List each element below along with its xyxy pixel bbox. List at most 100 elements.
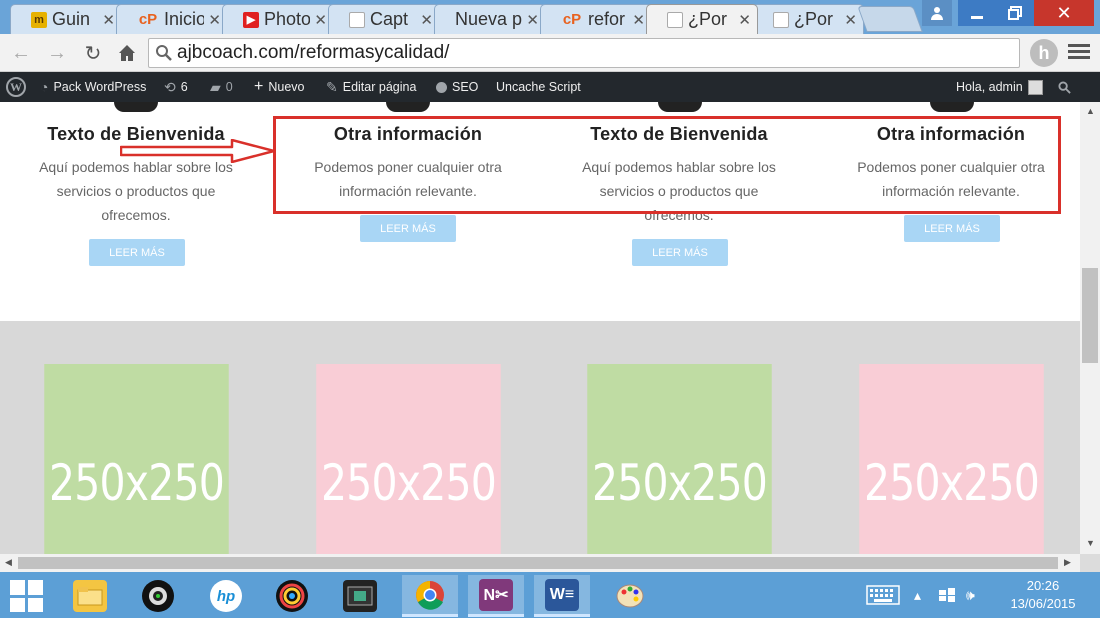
scrollbar-thumb[interactable] (1082, 268, 1098, 363)
forward-arrow-icon: → (47, 41, 67, 64)
taskbar-chrome[interactable] (402, 575, 458, 617)
close-tab-icon[interactable]: ✕ (738, 11, 751, 29)
edit-page-link[interactable]: ✎ Editar página (326, 72, 416, 102)
close-tab-icon[interactable]: ✕ (102, 11, 115, 29)
chrome-menu-button[interactable] (1068, 42, 1090, 64)
tab-1[interactable]: m Guin ✕ (10, 4, 122, 34)
tab-strip: m Guin ✕ cP Inicio ✕ ▶ Photo ✕ Capt ✕ Nu… (0, 0, 1100, 34)
placeholder-image-1: 250x250 (44, 364, 229, 554)
tab-7-active[interactable]: ¿Por ✕ (646, 4, 758, 34)
horizontal-scrollbar[interactable]: ◀ ▶ (0, 554, 1080, 572)
tab-2[interactable]: cP Inicio ✕ (116, 4, 228, 34)
volume-button[interactable]: 🕪 (966, 572, 975, 618)
taskbar-video-editor[interactable] (332, 575, 388, 617)
youtube-icon: ▶ (243, 11, 259, 28)
avatar (1027, 79, 1043, 95)
close-tab-icon[interactable]: ✕ (314, 11, 327, 29)
read-more-button-1[interactable]: LEER MÁS (89, 239, 185, 266)
seo-menu[interactable]: SEO (436, 72, 478, 102)
clock-date: 13/06/2015 (1010, 596, 1076, 611)
chevron-up-icon: ▴ (914, 586, 922, 603)
close-tab-icon[interactable]: ✕ (420, 11, 433, 29)
wp-logo-menu[interactable]: W (6, 72, 26, 102)
start-button[interactable] (10, 580, 44, 612)
close-tab-icon[interactable]: ✕ (632, 11, 645, 29)
scroll-left-icon[interactable]: ◀ (5, 557, 12, 568)
paint-palette-icon (613, 580, 647, 612)
address-bar[interactable]: ajbcoach.com/reformasycalidad/ (148, 38, 1020, 68)
document-icon (667, 11, 683, 28)
reload-button[interactable]: ↻ (80, 40, 106, 66)
read-more-button-3[interactable]: LEER MÁS (632, 239, 728, 266)
forward-button[interactable]: → (44, 40, 70, 66)
clock-time: 20:26 (1026, 578, 1060, 593)
scrollbar-thumb[interactable] (18, 557, 1058, 569)
new-tab-button[interactable] (857, 6, 923, 32)
tab-5[interactable]: Nueva p ✕ (434, 4, 546, 34)
media-disc-icon (276, 580, 308, 612)
scrollbar-corner (1080, 554, 1100, 572)
wordpress-icon: W (6, 77, 26, 97)
chrome-icon (414, 579, 446, 611)
minimize-button[interactable] (958, 0, 996, 26)
my-account-menu[interactable]: Hola, admin (956, 72, 1043, 102)
new-content-menu[interactable]: + Nuevo (254, 72, 304, 102)
tab-8[interactable]: ¿Por ✕ (752, 4, 864, 34)
cp-icon: cP (138, 11, 158, 28)
show-hidden-icons-button[interactable]: ▴ (914, 572, 921, 618)
close-tab-icon[interactable]: ✕ (844, 11, 857, 29)
read-more-button-4[interactable]: LEER MÁS (904, 215, 1000, 242)
taskbar-hp[interactable]: hp (198, 575, 254, 617)
browser-toolbar: ← → ↻ ajbcoach.com/reformasycalidad/ h (0, 34, 1100, 72)
feature-icon-2 (386, 102, 430, 112)
search-icon (1058, 80, 1071, 94)
updates-menu[interactable]: ⟲ 6 (164, 72, 188, 102)
feature-icon-1 (114, 102, 158, 112)
user-icon (931, 7, 943, 20)
close-window-button[interactable]: ✕ (1034, 0, 1094, 26)
taskbar-media-player[interactable] (264, 575, 320, 617)
user-profile-button[interactable] (922, 0, 952, 26)
scroll-up-icon[interactable]: ▲ (1086, 106, 1095, 116)
feature-text: Aquí podemos hablar sobre los servicios … (39, 159, 233, 223)
taskbar-camera-app[interactable] (130, 575, 186, 617)
site-name-menu[interactable]: ◔ Pack WordPress (40, 72, 146, 102)
tab-4[interactable]: Capt ✕ (328, 4, 440, 34)
pencil-icon: ✎ (326, 78, 338, 95)
restore-button[interactable] (996, 0, 1034, 26)
word-icon: W≡ (545, 578, 579, 611)
back-button[interactable]: ← (8, 40, 34, 66)
uncache-script-link[interactable]: Uncache Script (496, 72, 581, 102)
scroll-down-icon[interactable]: ▼ (1086, 538, 1095, 548)
taskbar-word[interactable]: W≡ (534, 575, 590, 617)
tab-3[interactable]: ▶ Photo ✕ (222, 4, 334, 34)
close-tab-icon[interactable]: ✕ (526, 11, 539, 29)
placeholder-section: 250x250 250x250 250x250 250x250 (0, 321, 1080, 554)
placeholder-image-2: 250x250 (316, 364, 501, 554)
extension-button[interactable]: h (1030, 39, 1058, 67)
folder-icon (73, 580, 107, 612)
film-icon (343, 580, 377, 612)
admin-search-button[interactable] (1058, 72, 1071, 102)
read-more-button-2[interactable]: LEER MÁS (360, 215, 456, 242)
taskbar-onenote[interactable]: N✂ (468, 575, 524, 617)
touch-keyboard-button[interactable] (866, 572, 900, 618)
onenote-icon: N✂ (479, 578, 513, 611)
system-clock[interactable]: 20:26 13/06/2015 (996, 577, 1090, 613)
vertical-scrollbar[interactable]: ▲ ▼ (1080, 102, 1100, 554)
close-icon: ✕ (1056, 2, 1072, 23)
taskbar-paint[interactable] (602, 575, 658, 617)
restore-icon (1008, 6, 1022, 20)
scroll-right-icon[interactable]: ▶ (1064, 557, 1071, 568)
close-tab-icon[interactable]: ✕ (208, 11, 221, 29)
dashboard-icon: ◔ (40, 79, 49, 95)
action-center-button[interactable] (938, 572, 956, 618)
tab-6[interactable]: cP refor ✕ (540, 4, 652, 34)
reload-icon: ↻ (84, 42, 102, 65)
search-icon (156, 45, 172, 61)
keyboard-icon (866, 585, 900, 605)
comments-menu[interactable]: ▰ 0 (210, 72, 233, 102)
taskbar-file-explorer[interactable] (62, 575, 118, 617)
document-icon (349, 11, 365, 28)
home-button[interactable] (114, 40, 140, 66)
